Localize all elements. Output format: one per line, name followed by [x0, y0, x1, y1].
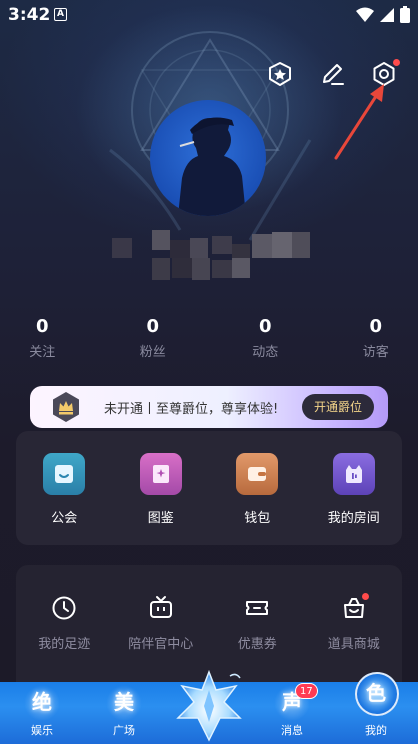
grid-label: 图鉴 — [147, 511, 174, 526]
stat-value: 0 — [258, 316, 272, 337]
stat-label: 访客 — [362, 345, 389, 360]
grid-label: 优惠券 — [237, 637, 277, 652]
tab-square[interactable]: 美 广场 — [89, 682, 159, 744]
tab-label: 消息 — [281, 724, 303, 737]
shop-notification-dot — [361, 593, 369, 600]
grid-label: 钱包 — [244, 511, 271, 526]
status-bar: 3:42 A — [0, 0, 418, 30]
tab-label: 娱乐 — [31, 724, 53, 737]
stat-value: 0 — [146, 316, 160, 337]
grid-label: 道具商城 — [327, 637, 380, 652]
status-time: 3:42 — [8, 5, 51, 25]
tab-label: 广场 — [113, 724, 135, 737]
stat-posts[interactable]: 0 动态 — [213, 316, 318, 360]
tab-mine[interactable]: 色 我的 — [341, 672, 411, 744]
battery-icon — [400, 6, 410, 23]
avatar[interactable] — [150, 100, 266, 216]
coupon-icon — [246, 601, 269, 615]
grid-label: 公会 — [51, 511, 78, 526]
clock-icon — [52, 596, 76, 620]
tab-label: 我的 — [365, 724, 387, 737]
guild-entry[interactable]: 公会 — [16, 453, 113, 526]
message-count-badge: 17 — [295, 683, 318, 699]
stat-label: 粉丝 — [139, 345, 166, 360]
username-mosaic — [112, 230, 312, 286]
badge-star-icon[interactable] — [266, 60, 294, 88]
tab-messages[interactable]: 声 17 消息 — [257, 682, 327, 744]
grid-label: 我的足迹 — [38, 637, 91, 652]
tv-icon — [149, 596, 172, 618]
companion-center-entry[interactable]: 陪伴官中心 — [113, 595, 210, 652]
stat-value: 0 — [35, 316, 49, 337]
signal-icon — [380, 7, 394, 22]
annotation-arrow — [334, 84, 384, 160]
grid-label: 陪伴官中心 — [128, 637, 194, 652]
main-features-card: 公会 图鉴 钱包 我的房间 — [16, 431, 402, 545]
wifi-icon — [356, 7, 374, 22]
open-vip-button[interactable]: 开通爵位 — [301, 394, 374, 420]
catalog-entry[interactable]: 图鉴 — [113, 453, 210, 526]
notification-icon: A — [54, 8, 67, 21]
wallet-icon — [236, 453, 279, 495]
stat-label: 关注 — [29, 345, 56, 360]
grid-label: 我的房间 — [327, 511, 380, 526]
vip-text: 未开通丨至尊爵位，尊享体验! — [104, 402, 279, 417]
stat-label: 动态 — [252, 345, 279, 360]
stat-value: 0 — [369, 316, 383, 337]
crown-badge-icon — [53, 392, 79, 422]
tab-glyph: 美 — [106, 685, 142, 721]
stats-row: 0 关注 0 粉丝 0 动态 0 访客 — [0, 316, 418, 360]
tab-glyph: 绝 — [24, 685, 60, 721]
center-tab-emblem-icon[interactable] — [170, 668, 248, 744]
coupon-entry[interactable]: 优惠券 — [209, 595, 306, 652]
catalog-icon — [139, 453, 182, 495]
guild-icon — [43, 453, 86, 495]
stat-following[interactable]: 0 关注 — [0, 316, 95, 360]
settings-notification-dot — [393, 59, 400, 66]
my-room-entry[interactable]: 我的房间 — [306, 453, 403, 526]
footprint-entry[interactable]: 我的足迹 — [16, 595, 113, 652]
wallet-entry[interactable]: 钱包 — [209, 453, 306, 526]
vip-banner[interactable]: 未开通丨至尊爵位，尊享体验! 开通爵位 — [30, 386, 388, 428]
avatar-silhouette — [178, 117, 246, 216]
stat-visitors[interactable]: 0 访客 — [324, 316, 418, 360]
tab-glyph: 色 — [358, 676, 394, 712]
prop-shop-entry[interactable]: 道具商城 — [306, 593, 403, 652]
stat-followers[interactable]: 0 粉丝 — [101, 316, 206, 360]
status-icons — [356, 6, 410, 23]
tab-entertainment[interactable]: 绝 娱乐 — [7, 682, 77, 744]
my-room-icon — [332, 453, 375, 495]
